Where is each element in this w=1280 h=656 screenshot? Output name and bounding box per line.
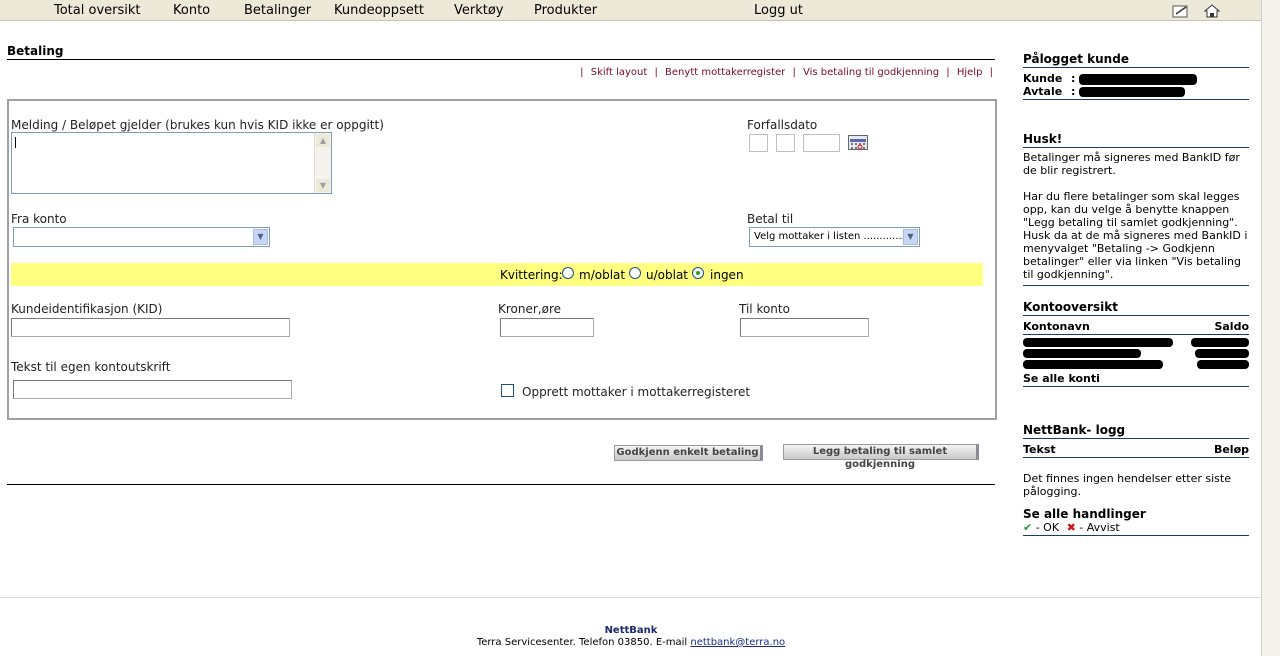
calendar-icon[interactable] xyxy=(848,135,868,150)
text-cursor xyxy=(15,137,16,148)
logged-in-panel: Pålogget kunde Kunde: Avtale: xyxy=(1023,52,1249,100)
cross-icon: ✖ xyxy=(1066,521,1076,534)
agreement-label: Avtale xyxy=(1023,85,1063,98)
kid-input[interactable] xyxy=(11,318,290,337)
link-vis-betaling-til-godkjenning[interactable]: Vis betaling til godkjenning xyxy=(803,67,939,78)
footer-contact-text: Terra Servicesenter. Telefon 03850. E-ma… xyxy=(476,637,691,648)
approve-single-button[interactable]: Godkjenn enkelt betaling xyxy=(614,445,763,461)
to-account-input[interactable] xyxy=(740,318,869,337)
customer-label: Kunde xyxy=(1023,72,1063,85)
nav-produkter[interactable]: Produkter xyxy=(534,3,597,18)
page-title: Betaling xyxy=(7,44,64,58)
receipt-radio-moblat[interactable] xyxy=(562,267,574,279)
link-benytt-mottakerregister[interactable]: Benytt mottakerregister xyxy=(665,67,785,78)
accounts-panel: Kontooversikt Kontonavn Saldo Se alle ko… xyxy=(1023,300,1249,387)
message-textarea[interactable]: ▲ ▼ xyxy=(11,132,332,194)
textarea-scrollbar[interactable]: ▲ ▼ xyxy=(314,133,331,193)
from-account-label: Fra konto xyxy=(11,212,67,226)
due-date-label: Forfallsdato xyxy=(747,118,818,132)
account-row[interactable] xyxy=(1023,338,1249,347)
action-links: | Skift layout | Benytt mottakerregister… xyxy=(580,67,993,78)
see-all-actions-link[interactable]: Se alle handlinger xyxy=(1023,507,1249,521)
see-all-accounts-link[interactable]: Se alle konti xyxy=(1023,372,1249,385)
form-bottom-divider xyxy=(7,484,995,485)
nav-total-oversikt[interactable]: Total oversikt xyxy=(54,3,141,18)
pay-to-label: Betal til xyxy=(747,212,794,226)
create-recipient-label: Opprett mottaker i mottakerregisteret xyxy=(522,385,751,399)
footer-contact: Terra Servicesenter. Telefon 03850. E-ma… xyxy=(0,637,1262,648)
log-empty-text: Det finnes ingen hendelser etter siste p… xyxy=(1023,472,1231,498)
legend-rejected: - Avvist xyxy=(1079,521,1120,534)
link-skift-layout[interactable]: Skift layout xyxy=(591,67,648,78)
account-row[interactable] xyxy=(1023,349,1249,358)
account-row[interactable] xyxy=(1023,360,1249,369)
page-scrollbar[interactable] xyxy=(1261,0,1280,656)
remember-panel: Husk! Betalinger må signeres med BankID … xyxy=(1023,132,1249,286)
home-icon[interactable] xyxy=(1203,3,1221,18)
receipt-label: Kvittering: xyxy=(500,268,563,282)
receipt-option-moblat: m/oblat xyxy=(579,268,626,282)
checkmark-icon: ✔ xyxy=(1023,521,1033,534)
pay-to-select[interactable]: Velg mottaker i listen .............. ▼ xyxy=(749,227,920,247)
own-text-label: Tekst til egen kontoutskrift xyxy=(11,360,171,374)
nav-konto[interactable]: Konto xyxy=(173,3,210,18)
chevron-down-icon[interactable]: ▼ xyxy=(903,229,918,245)
log-col-amount: Beløp xyxy=(1213,443,1249,456)
payment-form: Melding / Beløpet gjelder (brukes kun hv… xyxy=(7,99,997,420)
footer-email-link[interactable]: nettbank@terra.no xyxy=(690,637,785,648)
receipt-option-uoblat: u/oblat xyxy=(646,268,688,282)
message-label: Melding / Beløpet gjelder (brukes kun hv… xyxy=(11,118,384,132)
accounts-col-balance: Saldo xyxy=(1214,320,1249,333)
remember-text-2: Har du flere betalinger som skal legges … xyxy=(1023,190,1248,281)
amount-input[interactable] xyxy=(500,318,594,337)
link-hjelp[interactable]: Hjelp xyxy=(957,67,983,78)
create-recipient-checkbox[interactable] xyxy=(501,384,514,397)
customer-redacted xyxy=(1079,73,1198,85)
receipt-radio-uoblat[interactable] xyxy=(629,267,641,279)
receipt-bar: Kvittering: m/oblat u/oblat ingen xyxy=(11,263,983,286)
log-panel: NettBank- logg Tekst Beløp Det finnes in… xyxy=(1023,423,1249,536)
agreement-redacted xyxy=(1079,87,1186,97)
legend-ok: - OK xyxy=(1035,521,1060,534)
scroll-down-icon[interactable]: ▼ xyxy=(316,179,330,192)
nav-logg-ut[interactable]: Logg ut xyxy=(754,3,803,18)
log-col-text: Tekst xyxy=(1023,443,1056,456)
title-divider xyxy=(7,59,995,60)
receipt-option-ingen: ingen xyxy=(710,268,744,282)
amount-label: Kroner,øre xyxy=(498,302,562,316)
due-day-input[interactable] xyxy=(749,134,768,152)
remember-title: Husk! xyxy=(1023,132,1063,146)
chevron-down-icon[interactable]: ▼ xyxy=(253,229,268,245)
remember-text-1: Betalinger må signeres med BankID før de… xyxy=(1023,151,1240,177)
receipt-radio-ingen[interactable] xyxy=(692,267,704,279)
scroll-up-icon[interactable]: ▲ xyxy=(316,134,330,147)
kid-label: Kundeidentifikasjon (KID) xyxy=(11,302,163,316)
log-title: NettBank- logg xyxy=(1023,423,1126,437)
top-nav: Total oversikt Konto Betalinger Kundeopp… xyxy=(0,0,1262,21)
nav-betalinger[interactable]: Betalinger xyxy=(244,3,311,18)
pay-to-value: Velg mottaker i listen .............. xyxy=(754,231,909,242)
add-to-batch-button[interactable]: Legg betaling til samlet godkjenning xyxy=(783,444,979,470)
logged-in-title: Pålogget kunde xyxy=(1023,52,1129,66)
nav-kundeoppsett[interactable]: Kundeoppsett xyxy=(334,3,424,18)
to-account-label: Til konto xyxy=(739,302,790,316)
due-month-input[interactable] xyxy=(776,134,795,152)
footer-divider xyxy=(0,597,1262,598)
edit-icon[interactable] xyxy=(1172,3,1190,18)
from-account-select[interactable]: ▼ xyxy=(13,227,270,247)
nav-verktoy[interactable]: Verktøy xyxy=(454,3,504,18)
footer-brand: NettBank xyxy=(604,625,658,636)
own-text-input[interactable] xyxy=(13,380,292,399)
accounts-col-name: Kontonavn xyxy=(1023,320,1090,333)
status-legend: ✔ - OK ✖ - Avvist xyxy=(1023,521,1249,534)
due-year-input[interactable] xyxy=(803,134,840,152)
accounts-title: Kontooversikt xyxy=(1023,300,1118,314)
